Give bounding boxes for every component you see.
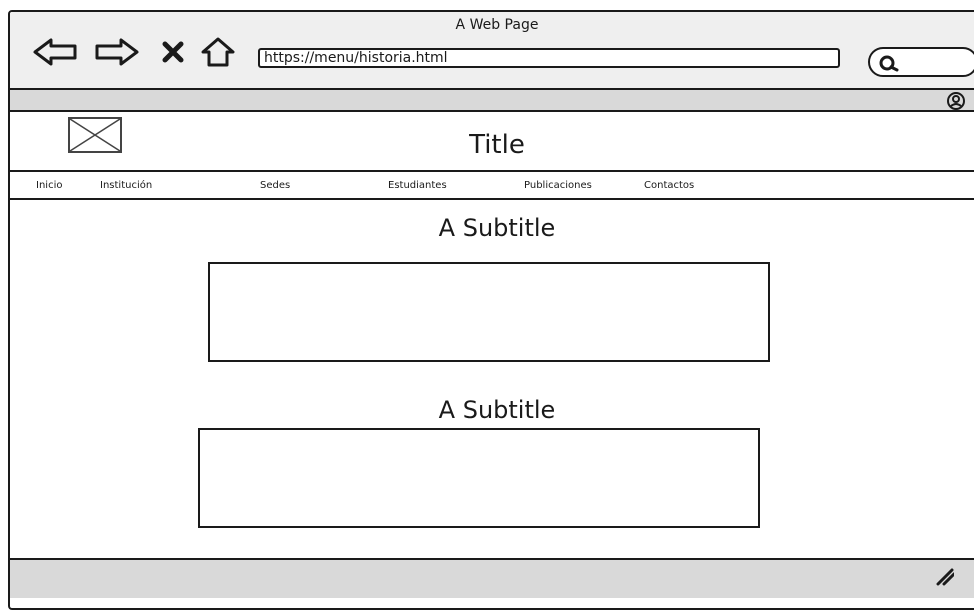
menu-item-contactos[interactable]: Contactos xyxy=(644,180,694,191)
forward-arrow-icon xyxy=(95,38,139,66)
menu-item-inicio[interactable]: Inicio xyxy=(36,180,62,191)
section-subtitle: A Subtitle xyxy=(438,396,556,424)
menu-item-publicaciones[interactable]: Publicaciones xyxy=(524,180,592,191)
user-icon[interactable] xyxy=(946,91,966,111)
address-bar[interactable]: https://menu/historia.html xyxy=(258,48,840,68)
section-subtitle: A Subtitle xyxy=(438,214,556,242)
page-header: Title xyxy=(10,112,974,172)
close-icon xyxy=(162,41,184,63)
back-button[interactable] xyxy=(32,36,78,68)
search-button[interactable] xyxy=(868,47,974,77)
back-arrow-icon xyxy=(33,38,77,66)
page-title: Title xyxy=(469,130,525,160)
home-icon xyxy=(201,37,235,67)
menu-item-institucion[interactable]: Institución xyxy=(100,180,152,191)
forward-button[interactable] xyxy=(94,36,140,68)
status-strip xyxy=(10,90,974,112)
browser-toolbar: A Web Page https://menu/historia.html xyxy=(10,12,974,90)
window-title: A Web Page xyxy=(455,17,539,33)
search-icon xyxy=(879,55,899,72)
stop-button[interactable] xyxy=(158,36,188,68)
content-box xyxy=(198,428,760,528)
home-button[interactable] xyxy=(198,36,238,68)
footer-bar xyxy=(10,558,974,598)
browser-window: A Web Page https://menu/historia.html Ti… xyxy=(8,10,974,610)
main-menu: Inicio Institución Sedes Estudiantes Pub… xyxy=(10,172,974,200)
menu-item-estudiantes[interactable]: Estudiantes xyxy=(388,180,447,191)
resize-grip-icon[interactable] xyxy=(924,566,954,586)
content-box xyxy=(208,262,770,362)
menu-item-sedes[interactable]: Sedes xyxy=(260,180,290,191)
